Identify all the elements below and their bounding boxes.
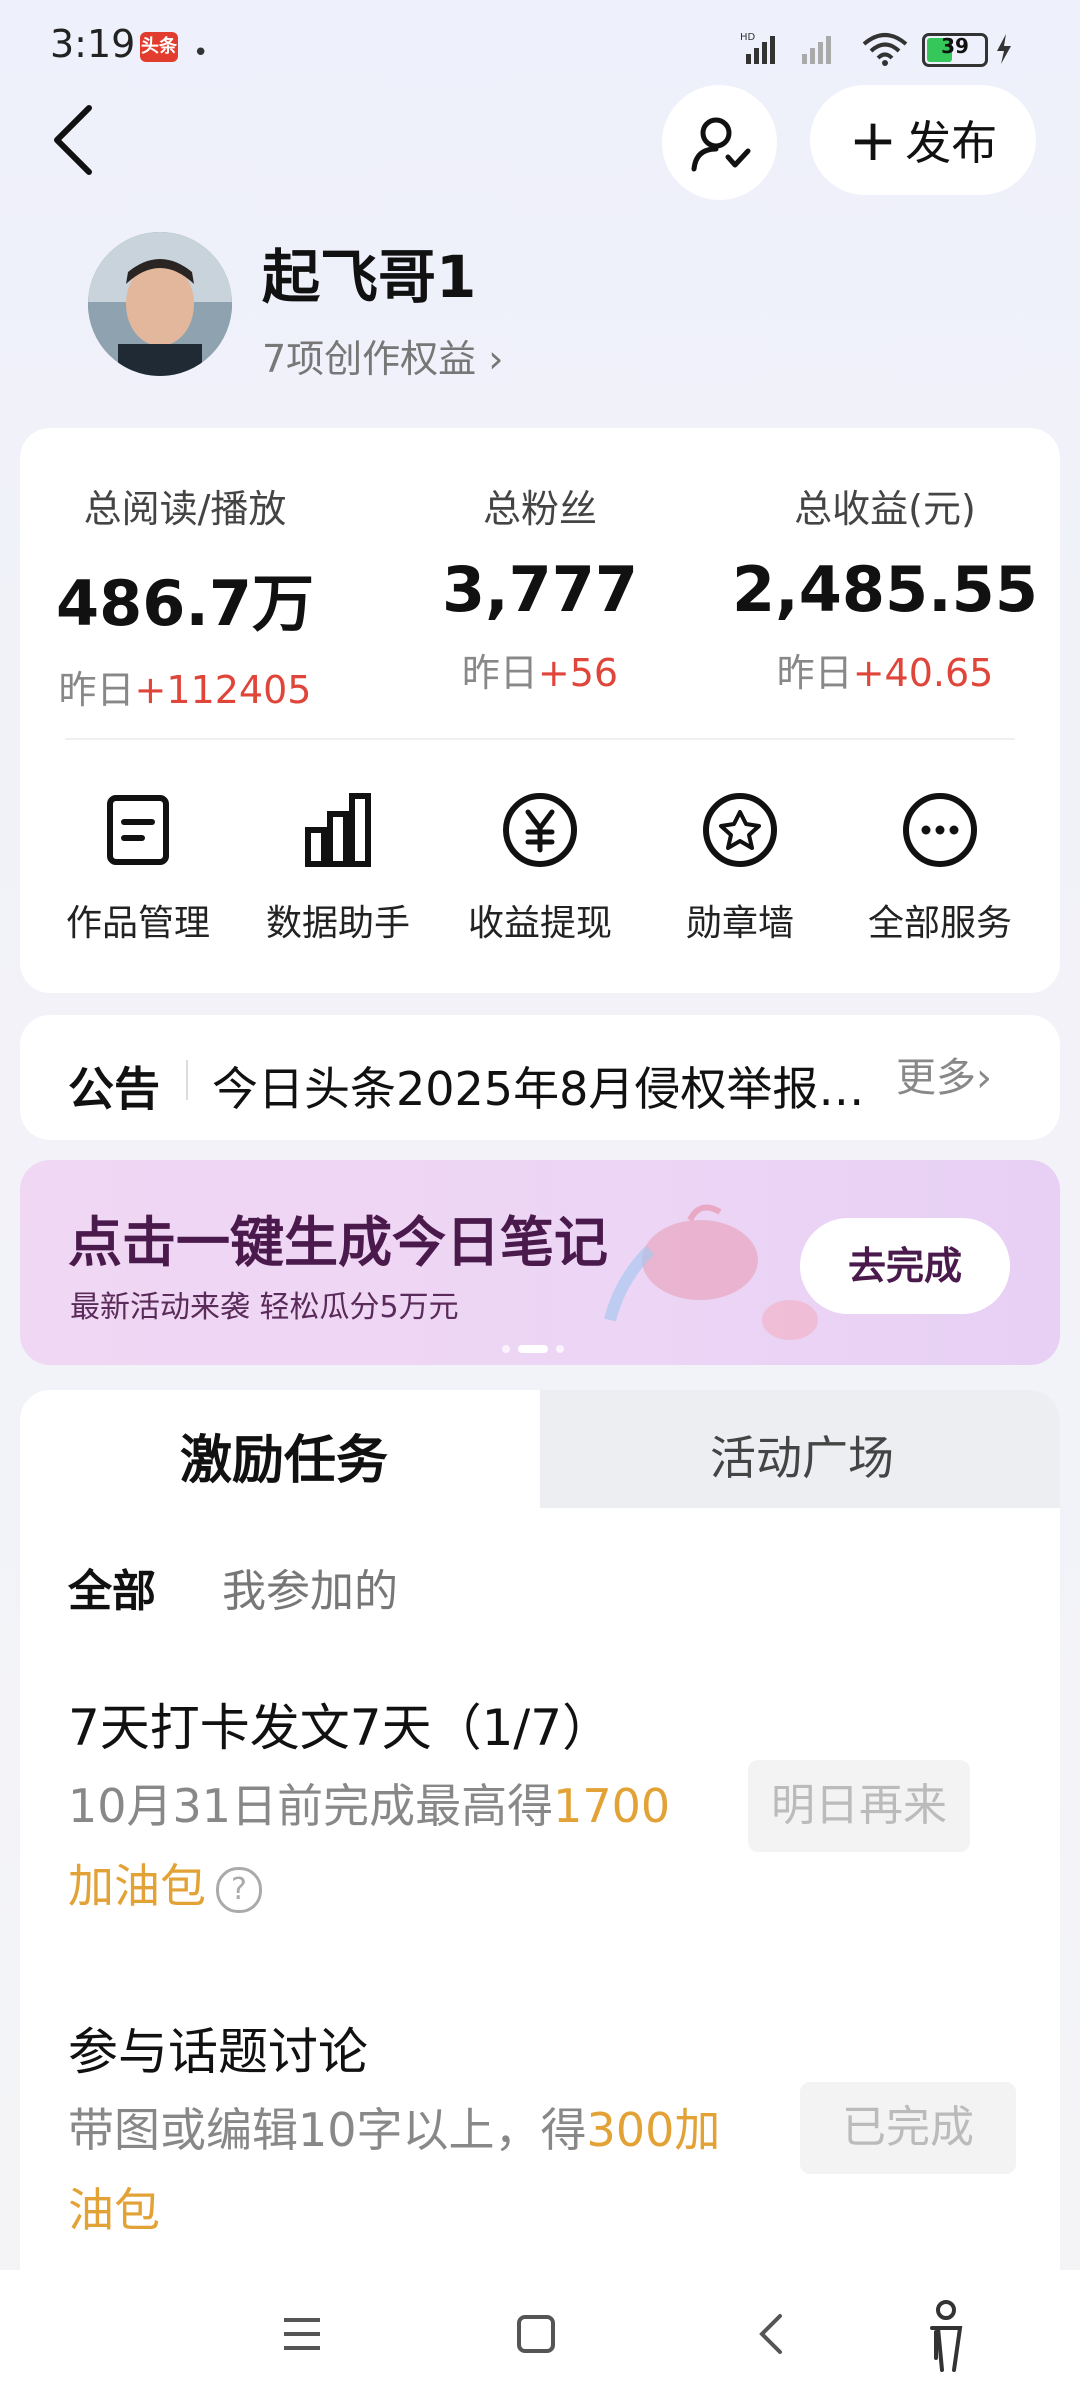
service-label: 作品管理 [65,903,210,944]
svg-text:HD: HD [740,32,756,43]
user-check-icon [691,117,751,172]
divider [65,738,1015,740]
stat-label: 总收益(元) [794,487,976,531]
battery-level: 39 [941,34,969,58]
service-medal-wall[interactable]: 勋章墙 [640,788,840,946]
stat-value: 2,485.55 [732,553,1038,626]
task-completed-button[interactable]: 已完成 [800,2082,1016,2174]
battery-icon: 39 [922,33,988,67]
charging-icon [997,34,1011,64]
stat-value: 3,777 [441,553,639,626]
badge-icon [703,793,777,867]
announcement-label: 公告 [68,1062,160,1116]
signal-icon: HD [740,32,775,64]
status-bar: 3:19 头条 • HD 39 [0,0,1080,90]
creator-benefits-link[interactable]: 7项创作权益 › [262,328,503,383]
stat-change: 昨日+112405 [58,668,312,712]
stat-total-reads[interactable]: 总阅读/播放 486.7万 昨日+112405 [20,478,350,714]
stat-value: 486.7万 [55,567,315,640]
username: 起飞哥1 [262,243,477,311]
task-title: 7天打卡发文7天（1/7） [68,1699,613,1757]
service-label: 收益提现 [467,903,612,944]
service-withdraw[interactable]: 收益提现 [440,788,640,946]
bar-chart-icon [305,793,371,867]
publish-button[interactable]: + 发布 [810,85,1036,195]
avatar[interactable] [88,232,232,376]
service-label: 全部服务 [867,903,1012,944]
banner-subtitle: 最新活动来袭 轻松瓜分5万元 [70,1290,459,1325]
wifi-icon [862,33,908,66]
service-works-management[interactable]: 作品管理 [38,788,238,946]
filter-all[interactable]: 全部 [68,1555,156,1619]
divider [186,1060,188,1100]
stat-total-fans[interactable]: 总粉丝 3,777 昨日+56 [375,478,705,697]
announcement-bar[interactable]: 公告 今日头条2025年8月侵权举报处理公示 更多› [20,1015,1060,1140]
notification-dot: • [193,38,209,68]
stat-label: 总粉丝 [482,487,597,531]
task-description: 10月31日前完成最高得1700 加油包? [68,1779,671,1913]
announcement-text[interactable]: 今日头条2025年8月侵权举报处理公示 [212,1053,892,1119]
more-icon [903,793,977,867]
yen-icon [503,793,577,867]
accessibility-icon[interactable] [918,2298,974,2378]
stats-card: 总阅读/播放 486.7万 昨日+112405 总粉丝 3,777 昨日+56 … [20,428,1060,993]
service-label: 勋章墙 [685,903,794,944]
status-time: 3:19 [50,22,136,66]
back-icon[interactable] [45,100,105,180]
home-icon[interactable] [514,2312,558,2356]
help-icon[interactable]: ? [216,1866,262,1913]
toutiao-app-icon: 头条 [140,32,178,62]
filter-joined[interactable]: 我参加的 [222,1555,398,1619]
tab-activity-square-label[interactable]: 活动广场 [710,1422,894,1488]
menu-icon[interactable] [280,2312,324,2356]
plus-icon: + [848,106,898,174]
go-complete-button[interactable]: 去完成 [800,1218,1010,1314]
task-description: 带图或编辑10字以上，得300加 油包 [68,2103,721,2237]
service-all[interactable]: 全部服务 [840,788,1040,946]
tasks-panel: 激励任务 活动广场 全部 我参加的 7天打卡发文7天（1/7） 10月31日前完… [20,1390,1060,2270]
task-come-tomorrow-button[interactable]: 明日再来 [748,1760,970,1852]
publish-label: 发布 [905,116,998,170]
task-title: 参与话题讨论 [68,2023,368,2081]
carousel-dots [502,1345,564,1353]
document-icon [107,795,169,865]
back-nav-icon[interactable] [752,2310,792,2358]
tab-incentive-tasks[interactable]: 激励任务 [180,1418,388,1493]
stat-change: 昨日+56 [461,651,619,695]
banner-title: 点击一键生成今日笔记 [68,1211,608,1274]
stat-label: 总阅读/播放 [83,487,287,531]
system-nav-bar [0,2270,1080,2400]
announcement-more-link[interactable]: 更多› [896,1045,992,1103]
stat-total-earnings[interactable]: 总收益(元) 2,485.55 昨日+40.65 [720,478,1050,697]
stat-change: 昨日+40.65 [776,651,994,695]
signal-2-icon [802,36,831,64]
promo-banner[interactable]: 点击一键生成今日笔记 最新活动来袭 轻松瓜分5万元 去完成 [20,1160,1060,1365]
service-data-assistant[interactable]: 数据助手 [238,788,438,946]
user-check-button[interactable] [662,85,777,200]
task-item: 参与话题讨论 带图或编辑10字以上，得300加 油包 [68,2012,788,2250]
task-item: 7天打卡发文7天（1/7） 10月31日前完成最高得1700 加油包? [68,1688,768,1926]
service-label: 数据助手 [265,903,410,944]
